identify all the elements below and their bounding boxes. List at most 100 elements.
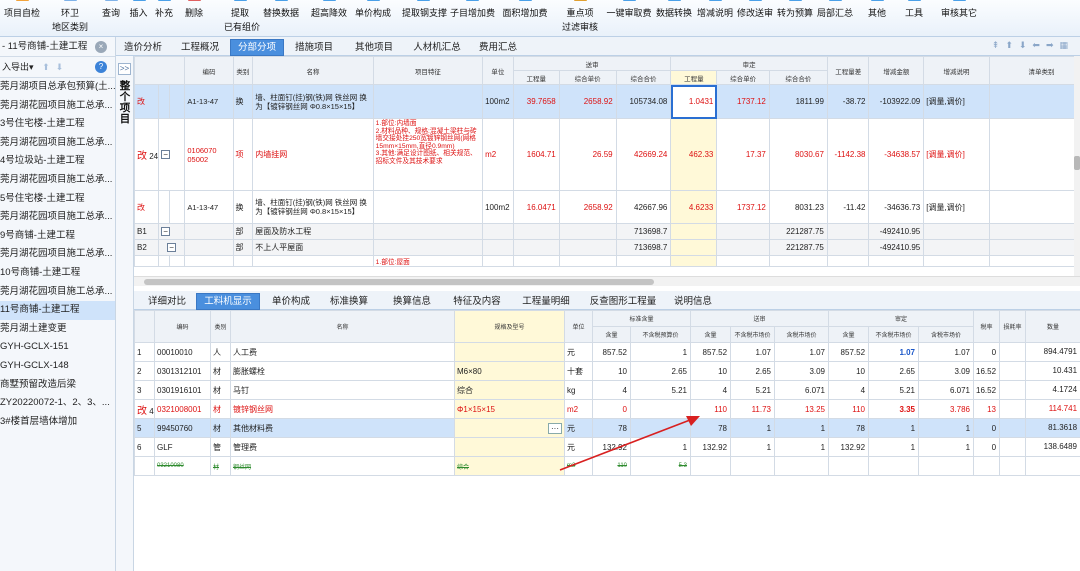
tab-6[interactable]: 费用汇总 (470, 39, 526, 56)
item-code[interactable]: A1-13-47 (184, 84, 234, 119)
tree-item[interactable]: 9号商铺-土建工程 (0, 227, 115, 246)
cell-name[interactable]: 人工费 (230, 342, 455, 362)
toolbar-button-0[interactable]: 项目自检 (0, 0, 44, 36)
cell-spec[interactable] (454, 437, 565, 457)
item-feature[interactable] (372, 190, 484, 224)
tree-item[interactable]: GYH-GCLX-148 (0, 357, 115, 376)
item-name[interactable]: 内墙挂网 (252, 118, 374, 191)
toolbar-button-18[interactable]: 转为预算 (776, 0, 814, 36)
table-row[interactable]: 改 4 0321008001 材镀锌钢丝网 Φ1×15×15 m2 0 110 11.73 13… (134, 399, 1080, 419)
tab-3[interactable]: 措施项目 (286, 39, 342, 56)
cell-name[interactable]: 管理费 (230, 437, 455, 457)
item-name[interactable]: 不上人平屋面 (252, 239, 374, 256)
item-name[interactable]: 墙、柱面钉(挂)钢(铁)网 铁丝网 换为【镀锌钢丝网 Φ0.8×15×15】 (252, 84, 374, 119)
toolbar-button-9[interactable]: 单价构成 (352, 0, 394, 36)
cell-spec[interactable]: Φ1×15×15 (454, 399, 565, 419)
cell-a_price[interactable]: 1 (868, 437, 920, 457)
table-row[interactable]: 改 A1-13-47 换 墙、柱面钉(挂)钢(铁)网 铁丝网 换为【镀锌钢丝网 … (134, 190, 1074, 224)
table-row[interactable]: 6 GLF 管管理费元 132.92 1 132.92 1 1 132.92 1 1 0 138.648… (134, 437, 1080, 457)
item-code[interactable]: 0106070 05002 (184, 118, 234, 191)
cell-a_price[interactable]: 1.07 (868, 342, 920, 362)
cell-a_qty[interactable]: 132.92 (828, 437, 870, 457)
tree-item[interactable]: ZY20220072-1、2、3、... (0, 394, 115, 413)
table-row[interactable]: 改 A1-13-47 换 墙、柱面钉(挂)钢(铁)网 铁丝网 换为【镀锌钢丝网 … (134, 84, 1074, 119)
scroll-thumb[interactable] (1074, 156, 1080, 170)
cell-a_qty[interactable]: 4 (828, 380, 870, 400)
bottom-tab-0[interactable]: 详细对比 (140, 293, 194, 310)
tree-item[interactable]: 莞月湖花园项目施工总承... (0, 97, 115, 116)
table-row[interactable]: 3 0301916101 材马钉 综合 kg 4 5.21 4 5.21 6.071 4 5.21 6.… (134, 380, 1080, 400)
whole-project-label[interactable]: 整个项目 (118, 81, 132, 125)
toolbar-button-10[interactable]: 提取钢支撑 (402, 0, 447, 36)
toolbar-button-2[interactable]: 查询 (100, 0, 122, 36)
item-name[interactable]: 墙、柱面钉(挂)钢(铁)网 铁丝网 换为【镀锌钢丝网 Φ0.8×15×15】 (252, 190, 374, 224)
table-row[interactable]: 5 99450760 材其他材料费 ··· 元 78 78 1 1 78 1 1 0 81.3618 (134, 418, 1080, 438)
cell-a_qty[interactable]: 857.52 (828, 342, 870, 362)
cell-name[interactable]: 其他材料费 (230, 418, 455, 438)
toolbar-button-14[interactable]: 一键审取费 (606, 0, 652, 36)
cell-a_price[interactable] (868, 456, 920, 476)
move-down-icon[interactable]: ⬇ (56, 62, 64, 72)
tree-item[interactable]: 莞月湖花园项目施工总承... (0, 208, 115, 227)
item-code[interactable]: A1-13-47 (184, 190, 234, 224)
table-row[interactable]: B1 − 部 屋面及防水工程 713698.7 221287.75 -49241… (134, 223, 1074, 240)
export-bar[interactable]: 入导出▾ ⬆ ⬇ ? (0, 57, 115, 78)
close-icon[interactable]: × (95, 41, 107, 53)
cell-a_price[interactable]: 5.21 (868, 380, 920, 400)
tree-item[interactable]: 莞月湖花园项目施工总承... (0, 171, 115, 190)
vertical-scrollbar[interactable] (1074, 56, 1080, 276)
cell-name[interactable]: 钢丝网 (230, 456, 455, 476)
bottom-tab-3[interactable]: 标准换算 (320, 293, 378, 310)
table-row[interactable]: 2 0301312101 材膨胀螺栓 M6×80 十套 10 2.65 10 2.65 3.09 1… (134, 361, 1080, 381)
item-name[interactable]: 屋面及防水工程 (252, 223, 374, 240)
cell-spec[interactable]: ··· (454, 418, 565, 438)
approved-uprice[interactable]: 17.37 (716, 118, 770, 191)
bottom-tab-8[interactable]: 说明信息 (666, 293, 720, 310)
tab-2[interactable]: 分部分项 (230, 39, 284, 56)
collapse-icon[interactable]: − (161, 227, 171, 236)
tree-item[interactable]: 3号住宅楼-土建工程 (0, 115, 115, 134)
approved-qty[interactable]: 4.6233 (670, 190, 718, 224)
toolbar-button-4[interactable]: 补充 (151, 0, 177, 36)
toolbar-button-3[interactable]: 插入 (126, 0, 151, 36)
table-row[interactable]: B2 − 部 不上人平屋面 713698.7 221287.75 -492410… (134, 239, 1074, 256)
tree-item[interactable]: 莞月湖花园项目施工总承... (0, 134, 115, 153)
move-up-icon[interactable]: ⬆ (42, 62, 50, 72)
toolbar-button-17[interactable]: 修改送审 (736, 0, 774, 36)
tab-4[interactable]: 其他项目 (344, 39, 404, 56)
tab-5[interactable]: 人材机汇总 (406, 39, 468, 56)
dropdown-icon[interactable]: ▾ (29, 62, 34, 72)
table-row[interactable]: 1.部位:屋面 (134, 255, 1074, 267)
cell-spec[interactable] (454, 342, 565, 362)
cell-a_price[interactable]: 3.35 (868, 399, 920, 419)
bottom-tab-7[interactable]: 反查图形工程量 (584, 293, 662, 310)
bottom-tab-5[interactable]: 特征及内容 (446, 293, 508, 310)
horizontal-scrollbar[interactable] (134, 276, 1080, 286)
bottom-tab-1[interactable]: 工料机显示 (196, 293, 260, 310)
bottom-tab-4[interactable]: 换算信息 (382, 293, 442, 310)
cell-a_qty[interactable]: 10 (828, 361, 870, 381)
table-row[interactable]: 1 00010010 人人工费元 857.52 1 857.52 1.07 1.07 857.5… (134, 342, 1080, 362)
tree-item[interactable]: 莞月湖花园项目施工总承... (0, 245, 115, 264)
tree-item[interactable]: 10号商铺-土建工程 (0, 264, 115, 283)
toolbar-button-21[interactable]: 工具 (900, 0, 928, 36)
export-label[interactable]: 入导出 (2, 62, 29, 72)
approved-qty[interactable]: 462.33 (670, 118, 718, 191)
approved-uprice[interactable]: 1737.12 (716, 190, 770, 224)
collapse-icon[interactable]: − (167, 243, 177, 252)
cell-spec[interactable]: 综合 (454, 380, 565, 400)
bottom-tab-6[interactable]: 工程量明细 (512, 293, 580, 310)
cell-a_qty[interactable] (828, 456, 870, 476)
item-feature[interactable] (372, 84, 484, 119)
tree-item[interactable]: 11号商铺-土建工程 (0, 301, 115, 320)
help-icon[interactable]: ? (95, 61, 107, 73)
toolbar-button-12[interactable]: 面积增加费 (500, 0, 550, 36)
project-selector[interactable]: - 11号商铺-土建工程 × (0, 37, 115, 57)
item-feature[interactable]: 1.部位:内墙面 2.材料品种、规格:混凝土梁柱与砖墙交接处挂250宽镀锌钢丝网… (372, 118, 484, 191)
cell-a_price[interactable]: 1 (868, 418, 920, 438)
toolbar-button-8[interactable]: 超高降效 (311, 0, 347, 36)
toolbar-button-13[interactable]: 重点项 过滤审核 (560, 0, 600, 36)
tree-item[interactable]: 莞月湖土建变更 (0, 320, 115, 339)
cell-name[interactable]: 马钉 (230, 380, 455, 400)
cell-a_qty[interactable]: 78 (828, 418, 870, 438)
